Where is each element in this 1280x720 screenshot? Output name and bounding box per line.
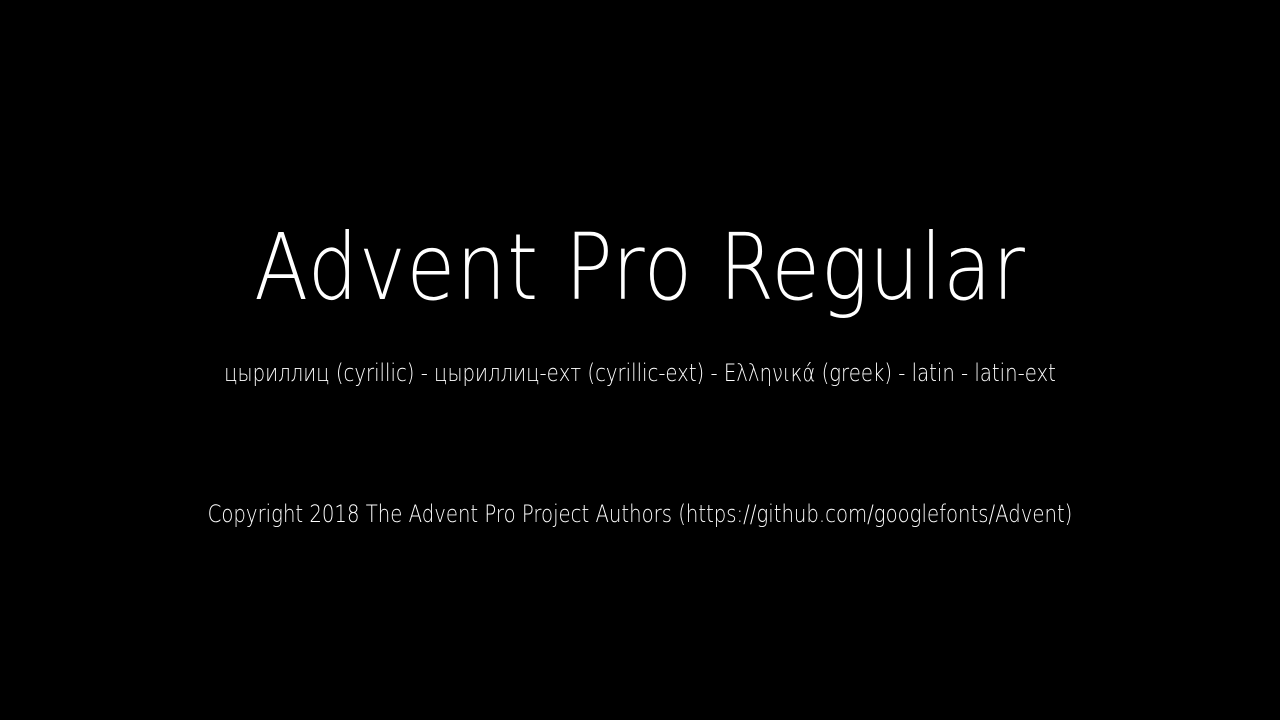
supported-subsets-text: цыриллиц (cyrillic) - цыриллиц-ехт (cyri…: [224, 359, 1056, 387]
font-specimen-canvas: Advent Pro Regular цыриллиц (cyrillic) -…: [0, 0, 1280, 720]
copyright-notice: Copyright 2018 The Advent Pro Project Au…: [207, 500, 1073, 528]
font-name-title: Advent Pro Regular: [254, 214, 1026, 321]
